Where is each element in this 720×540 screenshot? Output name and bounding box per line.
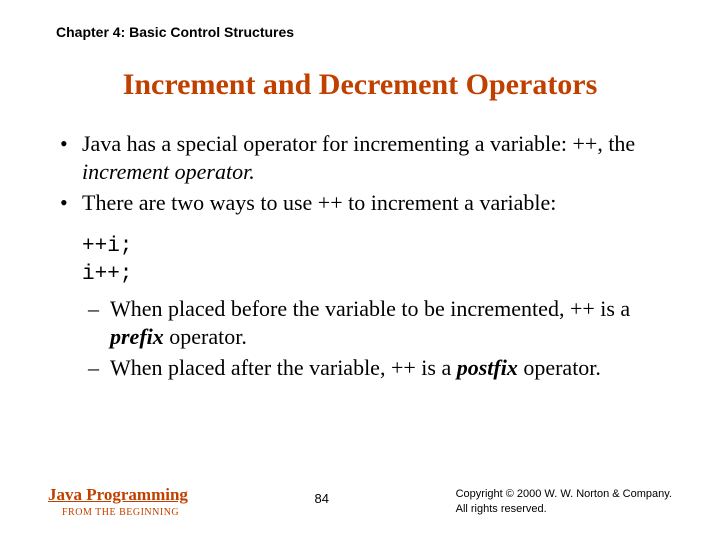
bullet-list: Java has a special operator for incremen… (56, 130, 672, 217)
bullet-text: There are two ways to use ++ to incremen… (82, 190, 556, 215)
copyright-line: All rights reserved. (456, 502, 672, 517)
sub-emphasis: prefix (110, 324, 164, 349)
copyright-line: Copyright © 2000 W. W. Norton & Company. (456, 487, 672, 502)
sub-text: operator. (518, 355, 601, 380)
sub-text: When placed before the variable to be in… (110, 296, 630, 321)
code-line: i++; (82, 261, 672, 289)
copyright-block: Copyright © 2000 W. W. Norton & Company.… (456, 487, 672, 517)
sub-text: When placed after the variable, ++ is a (110, 355, 457, 380)
bullet-text: Java has a special operator for incremen… (82, 131, 635, 156)
book-title: Java Programming (48, 485, 188, 505)
book-subtitle: FROM THE BEGINNING (62, 507, 188, 518)
code-block: ++i; i++; (82, 233, 672, 290)
sub-bullet-list: When placed before the variable to be in… (82, 295, 672, 382)
slide: Chapter 4: Basic Control Structures Incr… (0, 0, 720, 540)
book-title-block: Java Programming FROM THE BEGINNING (48, 485, 188, 518)
sub-bullet-item: When placed before the variable to be in… (82, 295, 672, 350)
sub-text: operator. (164, 324, 247, 349)
bullet-item: Java has a special operator for incremen… (56, 130, 672, 185)
sub-bullet-item: When placed after the variable, ++ is a … (82, 354, 672, 382)
chapter-label: Chapter 4: Basic Control Structures (56, 24, 672, 40)
footer: Java Programming FROM THE BEGINNING 84 C… (48, 485, 672, 518)
slide-title: Increment and Decrement Operators (48, 68, 672, 102)
code-line: ++i; (82, 233, 672, 261)
bullet-item: There are two ways to use ++ to incremen… (56, 189, 672, 217)
page-number: 84 (315, 491, 329, 506)
bullet-emphasis: increment operator. (82, 159, 255, 184)
sub-emphasis: postfix (457, 355, 518, 380)
